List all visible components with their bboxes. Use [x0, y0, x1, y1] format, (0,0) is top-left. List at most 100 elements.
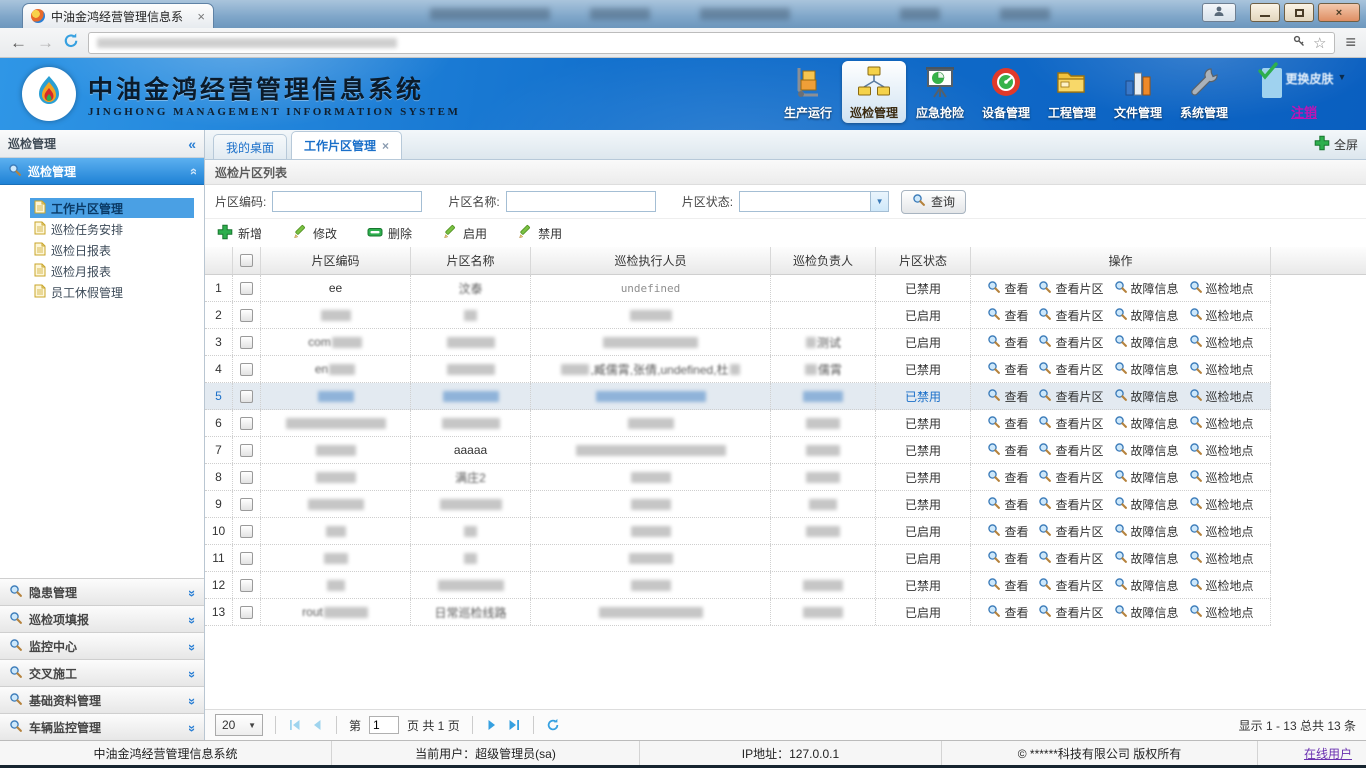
operation-link[interactable]: 查看片区 — [1038, 334, 1103, 351]
next-page-button[interactable] — [485, 718, 499, 732]
grid-header-cell[interactable]: 片区编码 — [261, 247, 411, 275]
sidebar-section-collapsed[interactable]: 隐患管理» — [0, 578, 204, 605]
sidebar-section-collapsed[interactable]: 基础资料管理» — [0, 686, 204, 713]
sidebar-item[interactable]: 巡检日报表 — [30, 240, 194, 260]
table-row[interactable]: 6已禁用查看查看片区故障信息巡检地点 — [205, 410, 1271, 437]
sidebar-item[interactable]: 巡检月报表 — [30, 261, 194, 281]
operation-link[interactable]: 查看片区 — [1038, 523, 1103, 540]
skin-swatch[interactable] — [1262, 68, 1282, 98]
sidebar-collapse-icon[interactable]: « — [188, 136, 196, 152]
operation-link[interactable]: 巡检地点 — [1189, 604, 1254, 621]
logout-link[interactable]: 注销 — [1291, 102, 1317, 121]
table-row[interactable]: 2已启用查看查看片区故障信息巡检地点 — [205, 302, 1271, 329]
toolbar-button[interactable]: 修改 — [292, 224, 337, 243]
operation-link[interactable]: 巡检地点 — [1189, 550, 1254, 567]
operation-link[interactable]: 查看 — [987, 604, 1028, 621]
table-row[interactable]: 4en,臧儒霄,张倩,undefined,杜儒霄已禁用查看查看片区故障信息巡检地… — [205, 356, 1271, 383]
forward-button[interactable]: → — [37, 34, 54, 51]
operation-link[interactable]: 查看片区 — [1038, 307, 1103, 324]
sidebar-item[interactable]: 工作片区管理 — [30, 198, 194, 218]
grid-header-cell[interactable]: 巡检负责人 — [771, 247, 876, 275]
operation-link[interactable]: 巡检地点 — [1189, 415, 1254, 432]
code-input[interactable] — [272, 191, 422, 212]
top-nav-item[interactable]: 文件管理 — [1106, 61, 1170, 123]
prev-page-button[interactable] — [310, 718, 324, 732]
checkbox[interactable] — [240, 579, 253, 592]
bookmark-star-icon[interactable]: ☆ — [1313, 34, 1326, 52]
top-nav-item[interactable]: 系统管理 — [1172, 61, 1236, 123]
grid-header-cell[interactable]: 片区状态 — [876, 247, 971, 275]
sidebar-section-collapsed[interactable]: 交叉施工» — [0, 659, 204, 686]
browser-menu-icon[interactable]: ≡ — [1345, 32, 1356, 53]
top-nav-item[interactable]: 设备管理 — [974, 61, 1038, 123]
checkbox[interactable] — [240, 525, 253, 538]
operation-link[interactable]: 故障信息 — [1114, 469, 1179, 486]
operation-link[interactable]: 故障信息 — [1114, 415, 1179, 432]
operation-link[interactable]: 故障信息 — [1114, 361, 1179, 378]
toolbar-button[interactable]: 新增 — [217, 224, 262, 243]
operation-link[interactable]: 查看片区 — [1038, 280, 1103, 297]
operation-link[interactable]: 查看 — [987, 577, 1028, 594]
operation-link[interactable]: 查看片区 — [1038, 496, 1103, 513]
operation-link[interactable]: 查看片区 — [1038, 361, 1103, 378]
operation-link[interactable]: 查看 — [987, 280, 1028, 297]
window-maximize-button[interactable] — [1284, 3, 1314, 22]
browser-tab[interactable]: 中油金鸿经营管理信息系 × — [22, 3, 214, 28]
view-tab[interactable]: 工作片区管理× — [291, 131, 402, 159]
operation-link[interactable]: 巡检地点 — [1189, 307, 1254, 324]
checkbox[interactable] — [240, 417, 253, 430]
browser-profile-button[interactable] — [1202, 3, 1236, 22]
checkbox[interactable] — [240, 363, 253, 376]
operation-link[interactable]: 查看片区 — [1038, 577, 1103, 594]
operation-link[interactable]: 巡检地点 — [1189, 361, 1254, 378]
operation-link[interactable]: 巡检地点 — [1189, 388, 1254, 405]
address-bar[interactable]: ☆ — [88, 32, 1335, 54]
operation-link[interactable]: 故障信息 — [1114, 496, 1179, 513]
toolbar-button[interactable]: 删除 — [367, 224, 412, 243]
sidebar-section-collapsed[interactable]: 巡检项填报» — [0, 605, 204, 632]
table-row[interactable]: 7aaaaa已禁用查看查看片区故障信息巡检地点 — [205, 437, 1271, 464]
checkbox[interactable] — [240, 498, 253, 511]
table-row[interactable]: 10已启用查看查看片区故障信息巡检地点 — [205, 518, 1271, 545]
operation-link[interactable]: 查看 — [987, 550, 1028, 567]
checkbox[interactable] — [240, 309, 253, 322]
view-tab[interactable]: 我的桌面 — [213, 134, 287, 159]
operation-link[interactable]: 查看片区 — [1038, 388, 1103, 405]
toolbar-button[interactable]: 启用 — [442, 224, 487, 243]
operation-link[interactable]: 故障信息 — [1114, 442, 1179, 459]
change-skin-label[interactable]: 更换皮肤 — [1286, 70, 1334, 87]
table-row[interactable]: 9已禁用查看查看片区故障信息巡检地点 — [205, 491, 1271, 518]
table-row[interactable]: 8满庄2已禁用查看查看片区故障信息巡检地点 — [205, 464, 1271, 491]
operation-link[interactable]: 查看片区 — [1038, 550, 1103, 567]
sidebar-section-collapsed[interactable]: 监控中心» — [0, 632, 204, 659]
operation-link[interactable]: 巡检地点 — [1189, 523, 1254, 540]
operation-link[interactable]: 查看 — [987, 523, 1028, 540]
operation-link[interactable]: 查看 — [987, 388, 1028, 405]
operation-link[interactable]: 故障信息 — [1114, 577, 1179, 594]
grid-header-cell[interactable]: 巡检执行人员 — [531, 247, 771, 275]
table-row[interactable]: 11已启用查看查看片区故障信息巡检地点 — [205, 545, 1271, 572]
operation-link[interactable]: 查看 — [987, 496, 1028, 513]
operation-link[interactable]: 巡检地点 — [1189, 334, 1254, 351]
chevron-down-icon[interactable]: ▼ — [1338, 72, 1347, 82]
operation-link[interactable]: 巡检地点 — [1189, 577, 1254, 594]
operation-link[interactable]: 查看片区 — [1038, 469, 1103, 486]
top-nav-item[interactable]: 应急抢险 — [908, 61, 972, 123]
operation-link[interactable]: 查看 — [987, 415, 1028, 432]
checkbox[interactable] — [240, 471, 253, 484]
sidebar-item[interactable]: 巡检任务安排 — [30, 219, 194, 239]
checkbox[interactable] — [240, 254, 253, 267]
sidebar-item[interactable]: 员工休假管理 — [30, 282, 194, 302]
window-close-button[interactable]: × — [1318, 3, 1360, 22]
last-page-button[interactable] — [507, 718, 521, 732]
grid-header-cell[interactable]: 操作 — [971, 247, 1271, 275]
table-row[interactable]: 12已禁用查看查看片区故障信息巡检地点 — [205, 572, 1271, 599]
operation-link[interactable]: 查看片区 — [1038, 604, 1103, 621]
query-button[interactable]: 查询 — [901, 190, 966, 214]
page-number-input[interactable] — [369, 716, 399, 734]
refresh-button[interactable] — [546, 718, 560, 732]
fullscreen-button[interactable]: 全屏 — [1314, 135, 1358, 159]
name-input[interactable] — [506, 191, 656, 212]
operation-link[interactable]: 故障信息 — [1114, 307, 1179, 324]
page-size-select[interactable]: 20▼ — [215, 714, 263, 736]
